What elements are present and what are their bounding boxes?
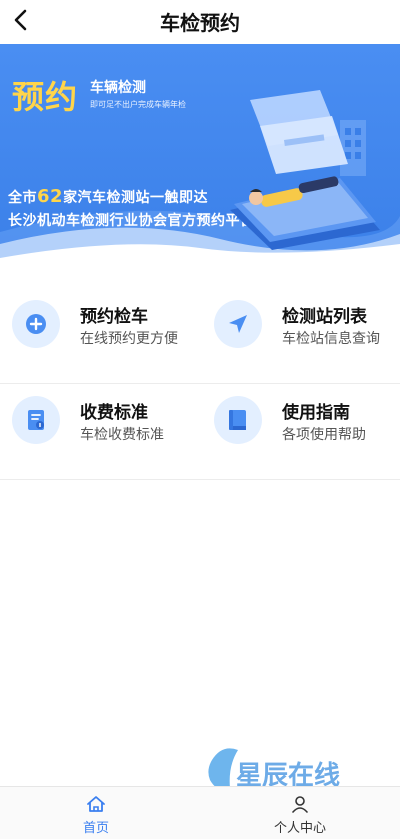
banner-badge-main: 预约 — [12, 78, 79, 116]
top-bar: 车检预约 — [0, 0, 400, 44]
service-menu-grid: 预约检车 在线预约更方便 检测站列表 车检站信息查询 收费标准 车检收费标准 使… — [0, 288, 400, 480]
tab-profile[interactable]: 个人中心 — [240, 787, 360, 839]
banner-badge-sub: 车辆检测 — [90, 80, 146, 96]
menu-item-fee-standard[interactable]: 收费标准 车检收费标准 — [0, 384, 200, 480]
menu-item-subtitle: 车检站信息查询 — [282, 331, 380, 347]
menu-row: 预约检车 在线预约更方便 检测站列表 车检站信息查询 — [0, 288, 400, 384]
document-fee-icon — [12, 396, 60, 444]
menu-item-title: 收费标准 — [80, 403, 148, 423]
page-title: 车检预约 — [160, 11, 240, 35]
bottom-tab-bar: 首页 个人中心 — [0, 786, 400, 839]
menu-item-book-inspection[interactable]: 预约检车 在线预约更方便 — [0, 288, 200, 384]
station-count: 62 — [37, 186, 64, 207]
slogan-suffix: 家汽车检测站一触即达 — [63, 190, 209, 206]
slogan-prefix: 全市 — [8, 190, 37, 206]
plus-icon — [12, 300, 60, 348]
menu-item-title: 使用指南 — [282, 403, 350, 423]
user-icon — [292, 796, 308, 813]
phone-illustration-image — [230, 90, 380, 250]
home-icon — [87, 796, 105, 812]
menu-row: 收费标准 车检收费标准 使用指南 各项使用帮助 — [0, 384, 400, 480]
menu-item-user-guide[interactable]: 使用指南 各项使用帮助 — [200, 384, 400, 480]
promo-banner[interactable]: 预约 车辆检测 即可足不出户完成车辆年检 全市62家汽车检测站一触即达 长沙机动… — [0, 44, 400, 276]
tab-label: 个人中心 — [273, 821, 326, 836]
menu-item-subtitle: 车检收费标准 — [80, 427, 164, 443]
tab-home[interactable]: 首页 — [36, 787, 156, 839]
tab-label: 首页 — [82, 821, 109, 836]
book-icon — [214, 396, 262, 444]
menu-item-subtitle: 在线预约更方便 — [80, 331, 178, 347]
banner-slogan-line2: 长沙机动车检测行业协会官方预约平台 — [8, 213, 255, 229]
menu-item-station-list[interactable]: 检测站列表 车检站信息查询 — [200, 288, 400, 384]
menu-item-subtitle: 各项使用帮助 — [282, 427, 366, 443]
banner-badge-note: 即可足不出户完成车辆年检 — [90, 100, 186, 109]
banner-slogan-line1: 全市62家汽车检测站一触即达 — [8, 186, 208, 207]
navigation-arrow-icon — [214, 300, 262, 348]
menu-item-title: 预约检车 — [80, 307, 148, 327]
menu-item-title: 检测站列表 — [282, 307, 367, 327]
